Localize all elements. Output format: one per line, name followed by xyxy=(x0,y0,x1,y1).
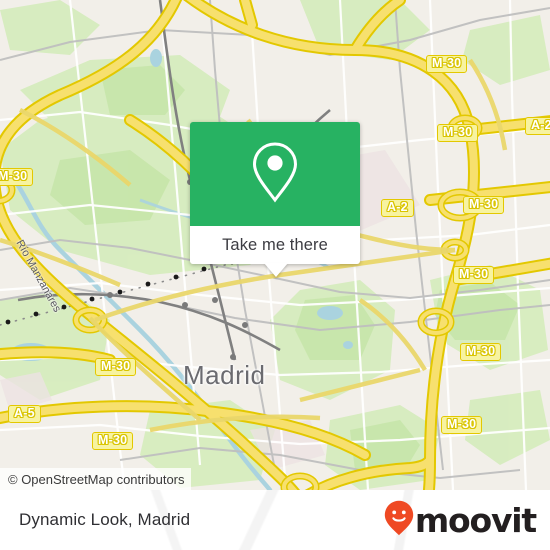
map-place-label-madrid: Madrid xyxy=(183,360,266,390)
popup-header xyxy=(190,122,360,226)
road-shield-m30: M-30 xyxy=(441,416,483,434)
road-shield-a5: A-5 xyxy=(8,405,41,423)
moovit-logo[interactable]: moovit xyxy=(384,500,537,541)
moovit-wordmark: moovit xyxy=(414,500,537,540)
take-me-there-label: Take me there xyxy=(222,235,328,254)
location-popup-card[interactable]: Take me there xyxy=(190,122,360,277)
moovit-map-screenshot: Madrid Río Manzanares M-30 M-30 A-2 M-30… xyxy=(0,0,550,550)
road-shield-m30: M-30 xyxy=(0,168,34,186)
popup-pointer-tail xyxy=(264,263,288,277)
road-shield-m30: M-30 xyxy=(95,358,137,376)
road-shield-a2: A-2 xyxy=(381,199,414,217)
place-title: Dynamic Look, Madrid xyxy=(19,510,191,529)
road-shield-m30: M-30 xyxy=(453,266,495,284)
bottom-info-bar: Dynamic Look, Madrid moovit xyxy=(0,490,550,550)
moovit-smiley-pin-icon xyxy=(384,500,414,541)
popup-cta-area[interactable]: Take me there xyxy=(190,226,360,264)
osm-attribution-text: © OpenStreetMap contributors xyxy=(8,471,185,487)
road-shield-m30: M-30 xyxy=(437,124,479,142)
map-pin-icon xyxy=(250,140,300,209)
map-canvas[interactable]: Madrid Río Manzanares M-30 M-30 A-2 M-30… xyxy=(0,0,550,490)
road-shield-m30: M-30 xyxy=(460,343,502,361)
road-shield-m30: M-30 xyxy=(463,196,505,214)
road-shield-a2: A-2 xyxy=(525,117,550,135)
road-shield-m30: M-30 xyxy=(92,432,134,450)
osm-attribution[interactable]: © OpenStreetMap contributors xyxy=(0,468,191,490)
road-shield-m30: M-30 xyxy=(426,55,468,73)
